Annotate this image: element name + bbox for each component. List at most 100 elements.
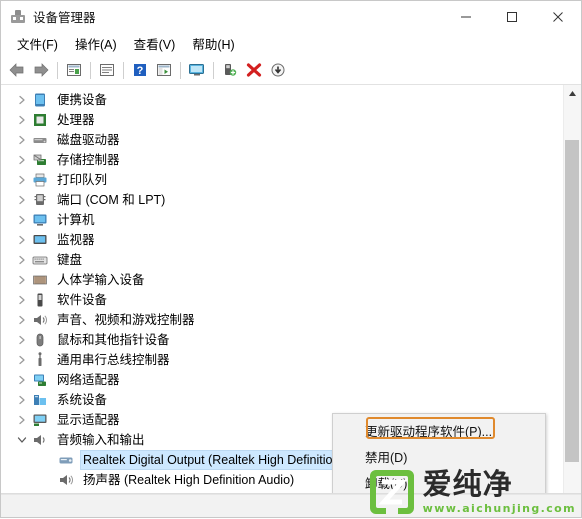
tree-item[interactable]: 存储控制器 <box>1 150 563 170</box>
tree-item-label: 打印队列 <box>57 173 108 187</box>
tree-item[interactable]: 鼠标和其他指针设备 <box>1 330 563 350</box>
chevron-right-icon[interactable] <box>15 133 29 147</box>
disable-device-icon[interactable] <box>266 58 290 82</box>
tree-item[interactable]: 系统设备 <box>1 390 563 410</box>
watermark-url: www.aichunjing.com <box>422 501 576 515</box>
svg-text:?: ? <box>137 65 144 77</box>
tree-item-label: 磁盘驱动器 <box>57 133 120 147</box>
help-icon[interactable]: ? <box>128 58 152 82</box>
minimize-button[interactable] <box>443 1 489 32</box>
tree-item-label: 端口 (COM 和 LPT) <box>57 193 166 207</box>
disk-drive-icon <box>32 132 48 148</box>
window-title: 设备管理器 <box>33 11 96 25</box>
tree-item[interactable]: 便携设备 <box>1 90 563 110</box>
software-device-icon <box>32 292 48 308</box>
tree-item[interactable]: 人体学输入设备 <box>1 270 563 290</box>
chevron-right-icon[interactable] <box>15 253 29 267</box>
chevron-right-icon[interactable] <box>15 193 29 207</box>
monitor-icon <box>32 232 48 248</box>
storage-controller-icon <box>32 152 48 168</box>
sound-video-game-icon <box>32 312 48 328</box>
ctx-disable[interactable]: 禁用(D) <box>333 443 545 469</box>
aichunjing-logo-icon <box>368 468 416 516</box>
menu-help[interactable]: 帮助(H) <box>184 32 243 56</box>
tree-item[interactable]: 计算机 <box>1 210 563 230</box>
tree-item[interactable]: 端口 (COM 和 LPT) <box>1 190 563 210</box>
tree-item-label: 鼠标和其他指针设备 <box>57 333 170 347</box>
uninstall-device-icon[interactable] <box>242 58 266 82</box>
toolbar-separator <box>213 61 214 79</box>
details-view-icon[interactable] <box>95 58 119 82</box>
maximize-button[interactable] <box>489 1 535 32</box>
menu-file[interactable]: 文件(F) <box>9 32 67 56</box>
chevron-right-icon[interactable] <box>15 113 29 127</box>
tree-item[interactable]: 通用串行总线控制器 <box>1 350 563 370</box>
menu-action[interactable]: 操作(A) <box>67 32 126 56</box>
chevron-right-icon[interactable] <box>15 333 29 347</box>
scrollbar-track[interactable] <box>564 102 581 493</box>
tree-item[interactable]: 打印队列 <box>1 170 563 190</box>
chevron-right-icon[interactable] <box>15 413 29 427</box>
device-manager-icon <box>10 9 26 25</box>
scroll-up-arrow[interactable] <box>564 85 581 102</box>
keyboard-icon <box>32 252 48 268</box>
tree-item[interactable]: 声音、视频和游戏控制器 <box>1 310 563 330</box>
properties-panel-icon[interactable] <box>62 58 86 82</box>
menu-bar: 文件(F) 操作(A) 查看(V) 帮助(H) <box>1 32 581 56</box>
chevron-right-icon[interactable] <box>15 393 29 407</box>
toolbar-separator <box>180 61 181 79</box>
ctx-update-driver[interactable]: 更新驱动程序软件(P)... <box>333 417 545 443</box>
chevron-right-icon[interactable] <box>15 213 29 227</box>
network-adapter-icon <box>32 372 48 388</box>
back-arrow-icon[interactable] <box>5 58 29 82</box>
tree-item-label: 通用串行总线控制器 <box>57 353 170 367</box>
add-legacy-hardware-icon[interactable] <box>218 58 242 82</box>
tree-item-label: 软件设备 <box>57 293 108 307</box>
tree-item-label: 显示适配器 <box>57 413 120 427</box>
title-bar: 设备管理器 <box>1 1 581 32</box>
tree-item-label: 便携设备 <box>57 93 108 107</box>
tree-item-label: 系统设备 <box>57 393 108 407</box>
chevron-right-icon[interactable] <box>15 173 29 187</box>
tree-item-label: 扬声器 (Realtek High Definition Audio) <box>83 473 295 487</box>
close-button[interactable] <box>535 1 581 32</box>
scrollbar-thumb[interactable] <box>565 140 579 462</box>
tree-item[interactable]: 磁盘驱动器 <box>1 130 563 150</box>
tree-item[interactable]: 键盘 <box>1 250 563 270</box>
chevron-right-icon[interactable] <box>15 353 29 367</box>
mouse-icon <box>32 332 48 348</box>
vertical-scrollbar[interactable] <box>563 85 581 493</box>
audio-endpoint-icon <box>58 452 74 468</box>
chevron-right-icon[interactable] <box>15 273 29 287</box>
print-queue-icon <box>32 172 48 188</box>
window-controls <box>443 1 581 32</box>
chevron-right-icon[interactable] <box>15 153 29 167</box>
menu-view[interactable]: 查看(V) <box>126 32 185 56</box>
tree-item-label: 网络适配器 <box>57 373 120 387</box>
tree-item-label: 键盘 <box>57 253 83 267</box>
tree-item[interactable]: 软件设备 <box>1 290 563 310</box>
tree-item-label: 处理器 <box>57 113 95 127</box>
tree-item-label: 音频输入和输出 <box>57 433 145 447</box>
scan-monitor-icon[interactable] <box>185 58 209 82</box>
chevron-down-icon[interactable] <box>15 433 29 447</box>
toolbar-separator <box>90 61 91 79</box>
chevron-right-icon[interactable] <box>15 233 29 247</box>
toolbar: ? <box>1 56 581 85</box>
hid-icon <box>32 272 48 288</box>
tree-item[interactable]: 监视器 <box>1 230 563 250</box>
console-tree-icon[interactable] <box>152 58 176 82</box>
tree-item-label: 存储控制器 <box>57 153 120 167</box>
forward-arrow-icon[interactable] <box>29 58 53 82</box>
chevron-right-icon[interactable] <box>15 373 29 387</box>
tree-item-label: 计算机 <box>57 213 95 227</box>
chevron-right-icon[interactable] <box>15 93 29 107</box>
chevron-right-icon[interactable] <box>15 313 29 327</box>
usb-controller-icon <box>32 352 48 368</box>
chevron-right-icon[interactable] <box>15 293 29 307</box>
tree-item[interactable]: 处理器 <box>1 110 563 130</box>
tree-item-label: 人体学输入设备 <box>57 273 145 287</box>
tree-item[interactable]: 网络适配器 <box>1 370 563 390</box>
